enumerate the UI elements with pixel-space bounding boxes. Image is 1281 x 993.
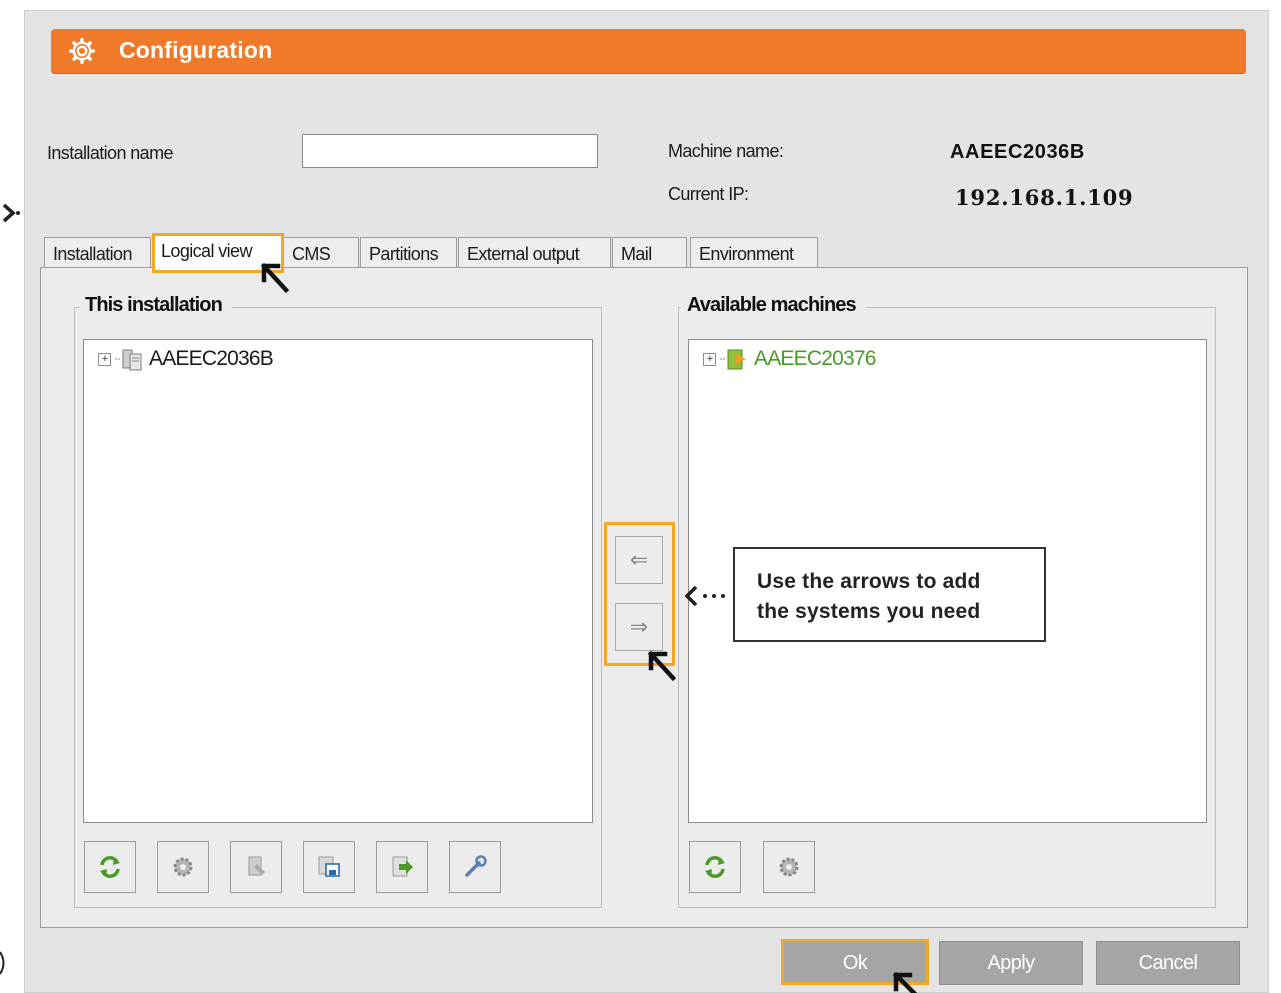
right-arrow-icon: ⇒ xyxy=(629,614,649,640)
expand-icon[interactable]: + xyxy=(98,352,111,366)
callout-box: Use the arrows to add the systems you ne… xyxy=(733,547,1046,642)
export-icon xyxy=(392,856,413,877)
refresh-button[interactable] xyxy=(689,841,741,893)
settings-button[interactable] xyxy=(157,841,209,893)
cancel-button[interactable]: Cancel xyxy=(1096,941,1240,985)
machine-name-label: Machine name: xyxy=(668,141,784,161)
refresh-icon xyxy=(705,856,725,878)
edge-mark-icon xyxy=(0,951,5,975)
tree-node-label: AAEEC20376 xyxy=(754,347,876,370)
tab-logical-view[interactable]: Logical view xyxy=(152,234,282,270)
tab-mail[interactable]: Mail xyxy=(612,237,687,268)
refresh-icon xyxy=(100,856,120,878)
settings-icon xyxy=(779,857,799,877)
tab-environment[interactable]: Environment xyxy=(690,237,818,268)
apply-button[interactable]: Apply xyxy=(939,941,1083,985)
callout-line-1: Use the arrows to add xyxy=(757,570,981,593)
pointer-arrow-icon xyxy=(2,203,20,223)
wrench-icon xyxy=(465,855,487,877)
available-machines-title: Available machines xyxy=(681,294,866,317)
export-button[interactable] xyxy=(376,841,428,893)
settings-icon xyxy=(173,857,193,877)
this-installation-title: This installation xyxy=(79,294,232,317)
move-left-button[interactable]: ⇐ xyxy=(615,536,663,584)
left-arrow-icon: ⇐ xyxy=(629,547,649,573)
tree-node[interactable]: + AAEEC20376 xyxy=(703,346,876,372)
edit-icon xyxy=(248,856,265,876)
settings-button[interactable] xyxy=(763,841,815,893)
tree-node-label: AAEEC2036B xyxy=(149,347,274,370)
expand-icon[interactable]: + xyxy=(703,352,716,366)
current-ip-label: Current IP: xyxy=(668,184,749,204)
callout-line-2: the systems you need xyxy=(757,600,981,623)
machine-icon xyxy=(720,349,746,370)
edit-button[interactable] xyxy=(230,841,282,893)
title-bar: Configuration xyxy=(51,29,1246,73)
move-right-button[interactable]: ⇒ xyxy=(615,603,663,651)
save-button[interactable] xyxy=(303,841,355,893)
wrench-button[interactable] xyxy=(449,841,501,893)
logical-view-panel: This installation + AAEEC2036B Available… xyxy=(40,267,1248,928)
machine-name-value: AAEEC2036B xyxy=(950,141,1085,163)
tab-installation[interactable]: Installation xyxy=(44,237,151,268)
tab-external-output[interactable]: External output xyxy=(458,237,611,268)
tab-partitions[interactable]: Partitions xyxy=(360,237,457,268)
gear-icon xyxy=(69,38,95,64)
tab-cms[interactable]: CMS xyxy=(283,237,359,268)
current-ip-value: 192.168.1.109 xyxy=(955,185,1134,210)
refresh-button[interactable] xyxy=(84,841,136,893)
installation-name-input[interactable] xyxy=(302,134,598,168)
ok-button[interactable]: Ok xyxy=(783,941,927,985)
tree-node[interactable]: + AAEEC2036B xyxy=(98,346,274,372)
this-installation-group: This installation + AAEEC2036B xyxy=(74,294,602,908)
this-installation-tree[interactable]: + AAEEC2036B xyxy=(83,339,593,823)
dialog-title: Configuration xyxy=(119,37,273,63)
server-icon xyxy=(115,349,142,371)
installation-name-label: Installation name xyxy=(47,143,173,163)
save-icon xyxy=(318,856,340,877)
